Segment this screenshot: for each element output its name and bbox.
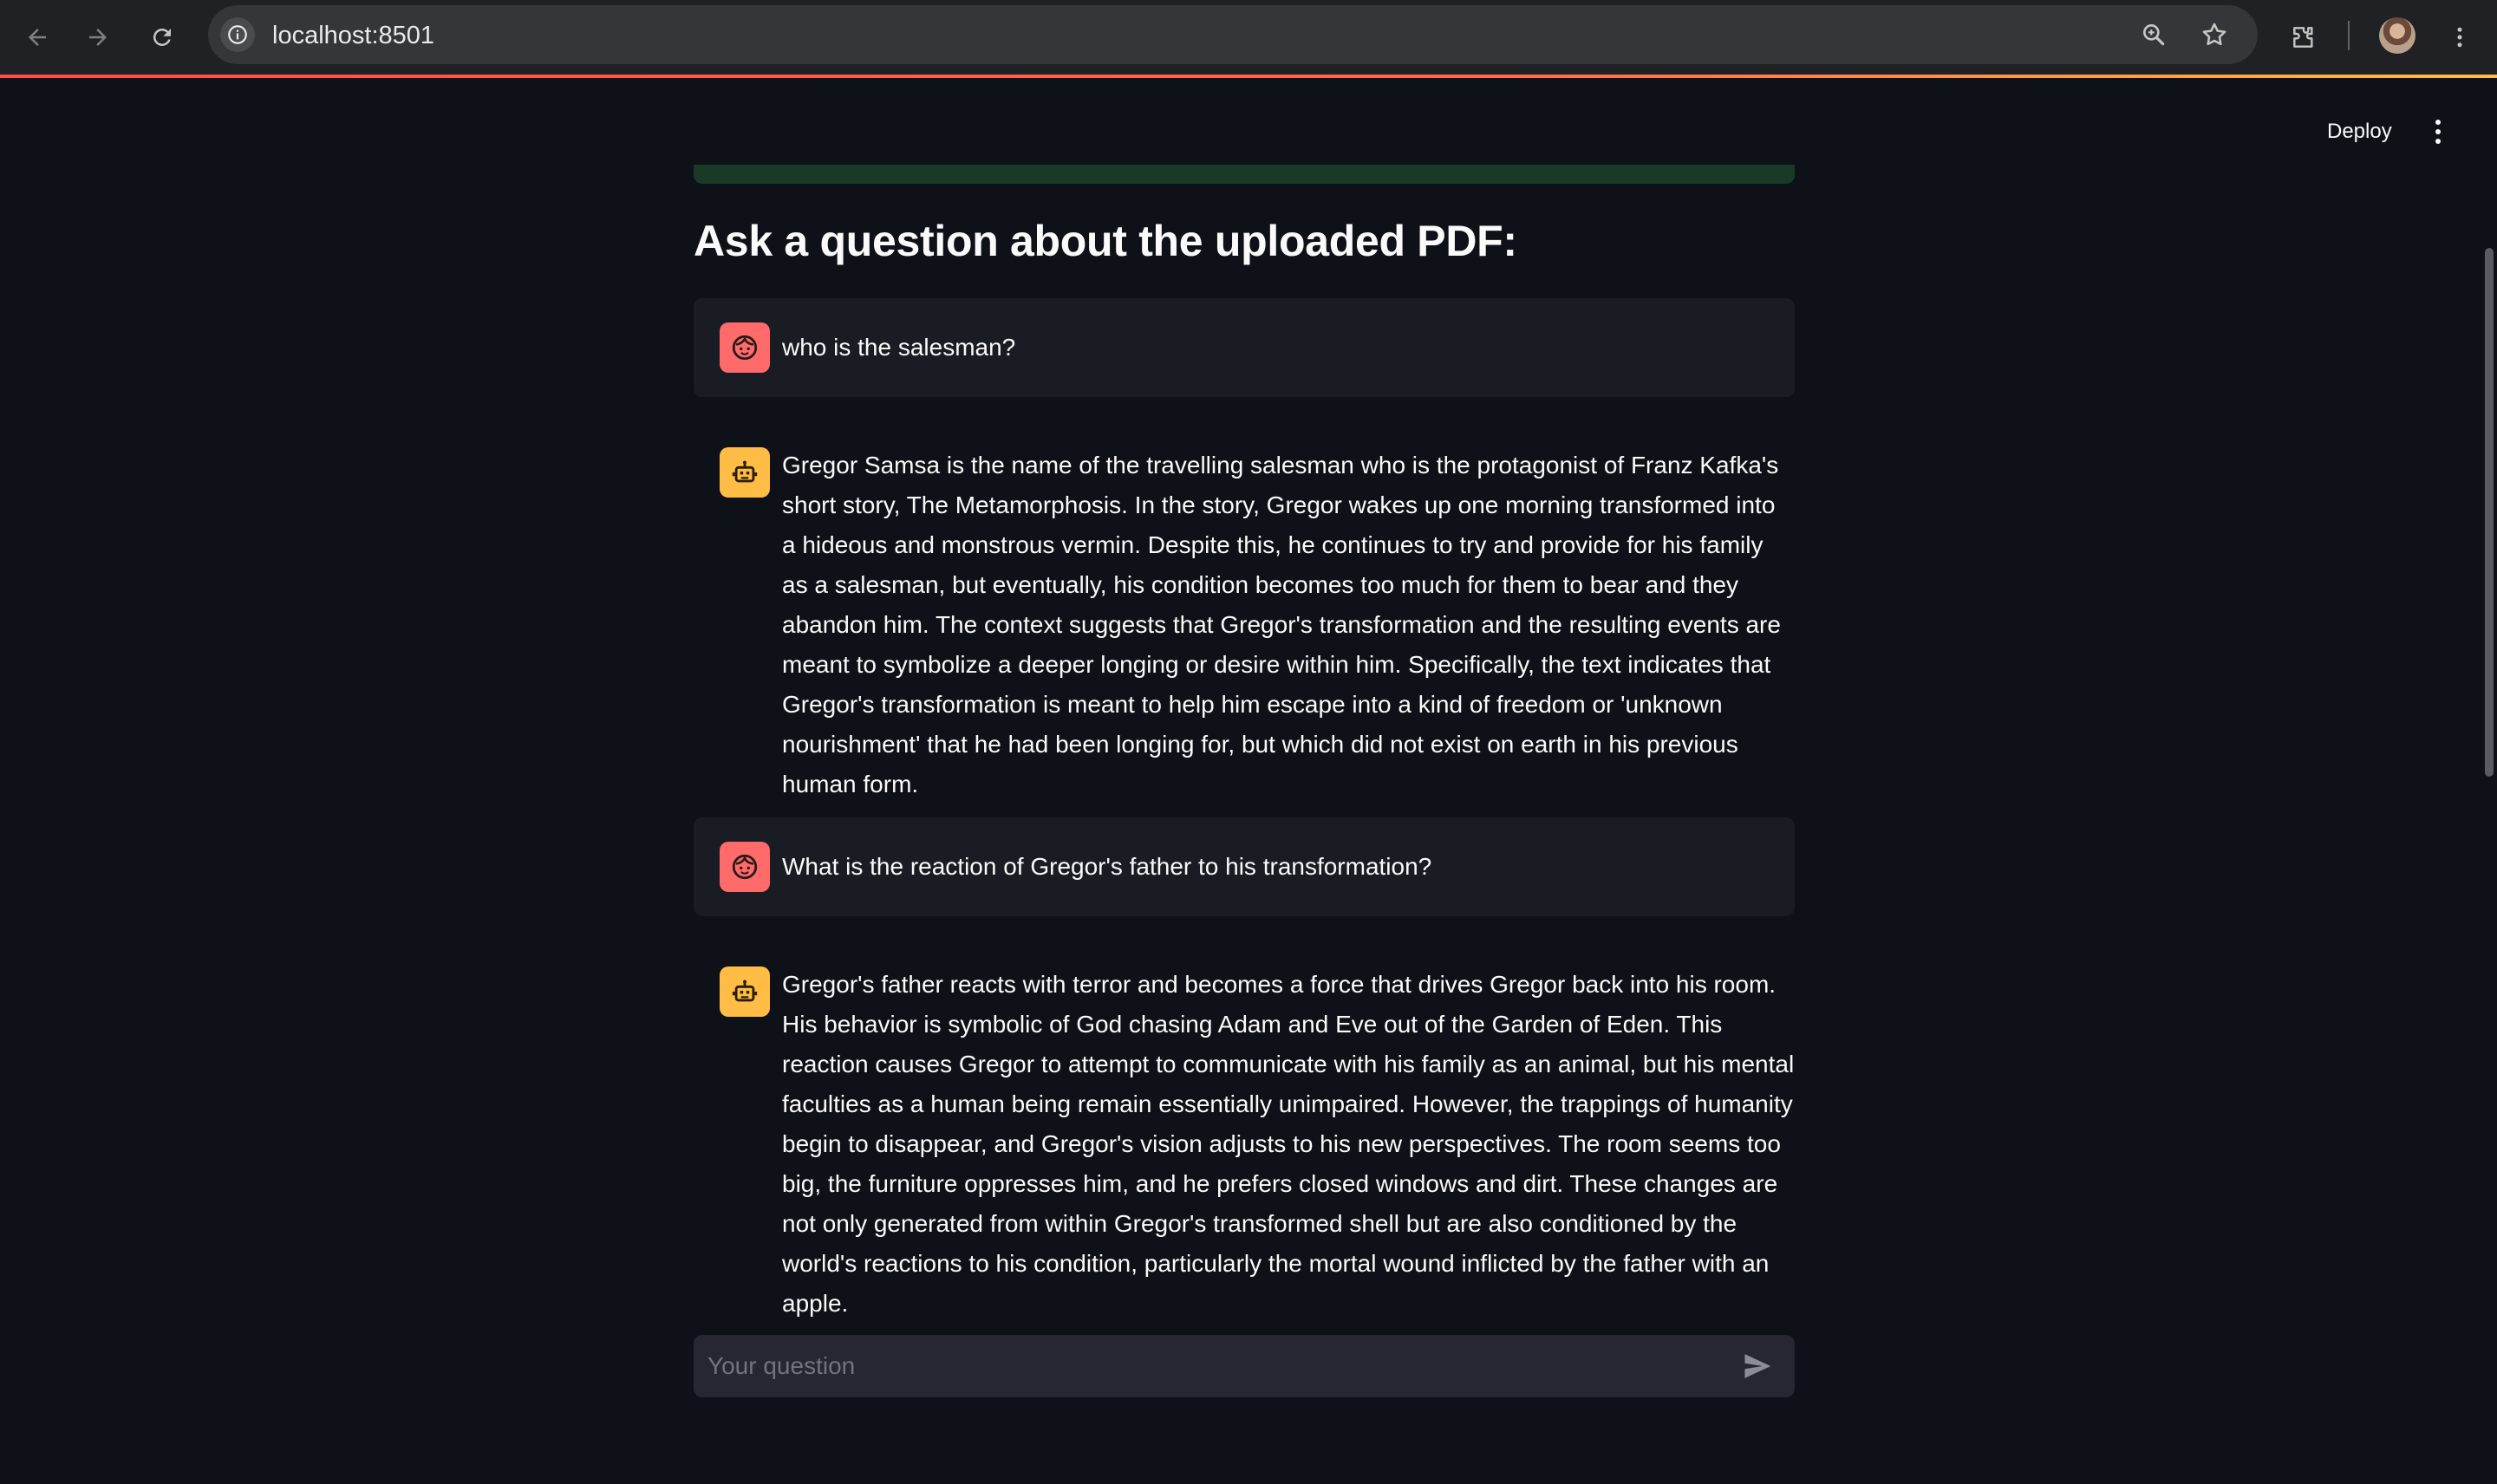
chat-message-user: What is the reaction of Gregor's father …	[694, 817, 1795, 916]
main-menu-icon[interactable]	[2421, 113, 2455, 151]
forward-button[interactable]	[76, 16, 120, 59]
arrow-left-icon	[29, 29, 46, 46]
chat-message-assistant: Gregor Samsa is the name of the travelli…	[694, 432, 1795, 849]
back-button[interactable]	[16, 16, 59, 59]
page-title: Ask a question about the uploaded PDF:	[694, 217, 1517, 265]
success-alert	[694, 165, 1795, 184]
kebab-menu-icon[interactable]	[2438, 16, 2481, 59]
message-text: Gregor Samsa is the name of the travelli…	[782, 452, 1781, 797]
address-bar[interactable]: localhost:8501	[208, 5, 2258, 64]
streamlit-app: Deploy Ask a question about the uploaded…	[0, 78, 2497, 1484]
zoom-icon[interactable]	[2138, 19, 2169, 50]
bookmark-star-icon[interactable]	[2199, 19, 2230, 50]
url-text[interactable]: localhost:8501	[272, 22, 434, 49]
face-icon	[732, 854, 758, 880]
assistant-avatar	[720, 967, 770, 1017]
chat-input-container	[694, 1335, 1795, 1397]
profile-avatar[interactable]	[2379, 17, 2416, 54]
scrollbar-thumb[interactable]	[2485, 248, 2494, 777]
message-text: who is the salesman?	[782, 334, 1016, 361]
reload-icon	[153, 28, 171, 46]
chat-message-assistant: Gregor's father reacts with terror and b…	[694, 951, 1795, 1322]
robot-icon	[732, 980, 758, 1002]
user-avatar	[720, 322, 770, 373]
question-input[interactable]	[707, 1335, 1713, 1397]
site-info-icon[interactable]	[220, 17, 255, 52]
assistant-avatar	[720, 447, 770, 498]
send-icon	[1744, 1354, 1771, 1378]
chat-message-user: who is the salesman?	[694, 298, 1795, 397]
arrow-right-icon	[89, 29, 107, 46]
extensions-icon[interactable]	[2282, 16, 2325, 59]
message-text: What is the reaction of Gregor's father …	[782, 853, 1432, 880]
send-button[interactable]	[1739, 1349, 1776, 1383]
deploy-button[interactable]: Deploy	[2317, 114, 2402, 149]
reload-button[interactable]	[140, 16, 184, 59]
user-avatar	[720, 842, 770, 892]
toolbar-divider	[2348, 21, 2350, 50]
browser-toolbar: localhost:8501	[0, 0, 2497, 75]
face-icon	[732, 335, 758, 361]
message-text: Gregor's father reacts with terror and b…	[782, 971, 1795, 1317]
robot-icon	[732, 460, 758, 483]
